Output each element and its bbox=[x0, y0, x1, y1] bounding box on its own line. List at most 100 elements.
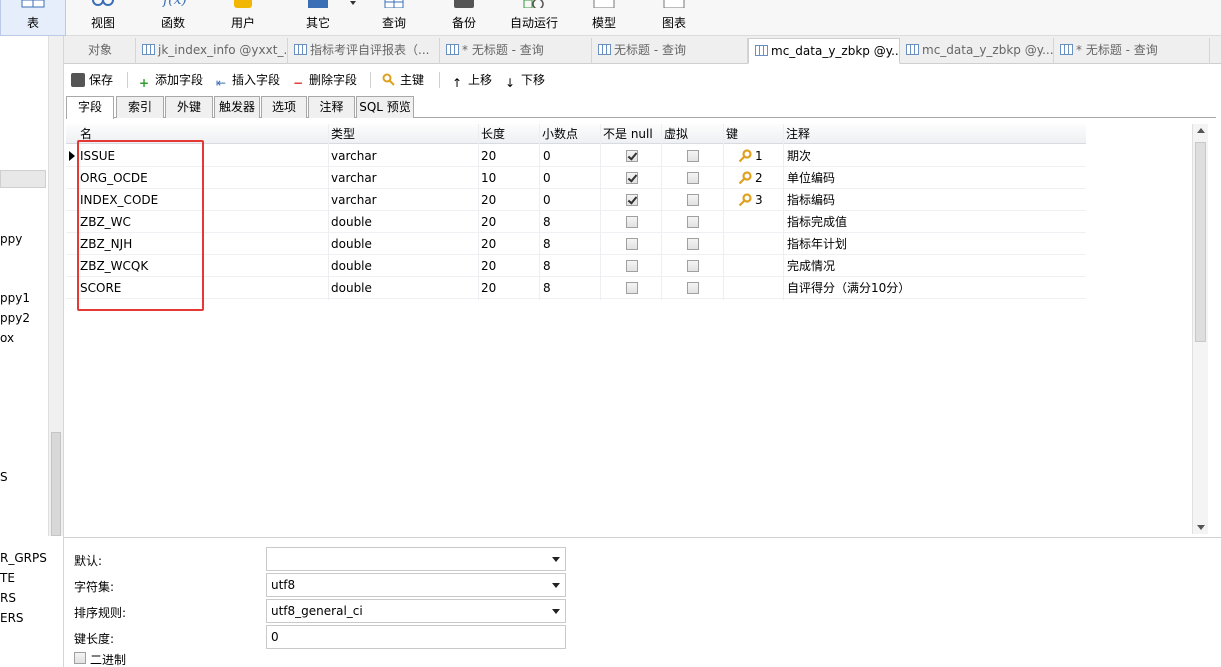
field-type-cell[interactable]: double bbox=[331, 233, 372, 255]
toolbar-table-button[interactable]: 表 bbox=[0, 0, 66, 36]
virtual-checkbox[interactable] bbox=[687, 282, 699, 294]
not-null-checkbox[interactable] bbox=[626, 172, 638, 184]
field-type-cell[interactable]: varchar bbox=[331, 167, 377, 189]
virtual-checkbox[interactable] bbox=[687, 194, 699, 206]
sidebar-item[interactable]: R_GRPS bbox=[0, 551, 47, 565]
insert-field-button[interactable]: ⇤ 插入字段 bbox=[214, 70, 280, 90]
field-comment-cell[interactable]: 指标完成值 bbox=[787, 211, 847, 233]
key-length-input[interactable]: 0 bbox=[266, 625, 566, 649]
toolbar-view-button[interactable]: 视图 bbox=[68, 0, 138, 36]
column-header-comment[interactable]: 注释 bbox=[786, 124, 810, 144]
field-length-cell[interactable]: 10 bbox=[481, 167, 496, 189]
tab-jk-index-info[interactable]: jk_index_info @yxxt_... bbox=[136, 38, 288, 64]
virtual-checkbox[interactable] bbox=[687, 150, 699, 162]
delete-field-button[interactable]: − 删除字段 bbox=[291, 70, 357, 90]
chevron-down-icon[interactable] bbox=[350, 1, 356, 5]
column-header-virtual[interactable]: 虚拟 bbox=[664, 124, 688, 144]
table-row[interactable]: ZBZ_NJH double 20 8 指标年计划 bbox=[66, 233, 1086, 255]
field-comment-cell[interactable]: 指标编码 bbox=[787, 189, 835, 211]
toolbar-automation-button[interactable]: 自动运行 bbox=[499, 0, 569, 36]
table-row[interactable]: INDEX_CODE varchar 20 0 3 指标编码 bbox=[66, 189, 1086, 211]
column-header-key[interactable]: 键 bbox=[726, 124, 738, 144]
field-type-cell[interactable]: varchar bbox=[331, 189, 377, 211]
sidebar-item[interactable]: ERS bbox=[0, 611, 24, 625]
tab-mc-data[interactable]: mc_data_y_zbkp @y... bbox=[900, 38, 1054, 64]
toolbar-chart-button[interactable]: 图表 bbox=[639, 0, 709, 36]
field-length-cell[interactable]: 20 bbox=[481, 233, 496, 255]
field-comment-cell[interactable]: 指标年计划 bbox=[787, 233, 847, 255]
tab-untitled-query-1[interactable]: * 无标题 - 查询 bbox=[440, 38, 592, 64]
tab-comments[interactable]: 注释 bbox=[308, 96, 355, 118]
toolbar-other-button[interactable]: 其它 bbox=[283, 0, 356, 36]
sidebar-item[interactable]: ppy2 bbox=[0, 311, 30, 325]
sidebar-item[interactable]: ppy1 bbox=[0, 291, 30, 305]
move-down-button[interactable]: ↓ 下移 bbox=[503, 70, 545, 90]
toolbar-backup-button[interactable]: 备份 bbox=[429, 0, 499, 36]
move-up-button[interactable]: ↑ 上移 bbox=[450, 70, 492, 90]
sidebar-item[interactable]: RS bbox=[0, 591, 16, 605]
tab-mc-data-design[interactable]: mc_data_y_zbkp @y... bbox=[748, 38, 900, 64]
sidebar-item[interactable]: S bbox=[0, 470, 8, 484]
table-row[interactable]: SCORE double 20 8 自评得分（满分10分） bbox=[66, 277, 1086, 299]
field-decimals-cell[interactable]: 8 bbox=[543, 277, 551, 299]
grid-scrollbar-thumb[interactable] bbox=[1195, 142, 1206, 342]
toolbar-user-button[interactable]: 用户 bbox=[208, 0, 278, 36]
tab-options[interactable]: 选项 bbox=[261, 96, 307, 118]
table-row[interactable]: ZBZ_WCQK double 20 8 完成情况 bbox=[66, 255, 1086, 277]
primary-key-button[interactable]: 主键 bbox=[382, 70, 424, 90]
charset-select[interactable]: utf8 bbox=[266, 573, 566, 597]
tab-untitled-query-2[interactable]: 无标题 - 查询 bbox=[592, 38, 748, 64]
field-decimals-cell[interactable]: 0 bbox=[543, 189, 551, 211]
chevron-down-icon[interactable] bbox=[552, 557, 560, 562]
field-length-cell[interactable]: 20 bbox=[481, 189, 496, 211]
tab-sql-preview[interactable]: SQL 预览 bbox=[356, 96, 414, 118]
field-decimals-cell[interactable]: 8 bbox=[543, 211, 551, 233]
sidebar-item[interactable]: ox bbox=[0, 331, 14, 345]
not-null-checkbox[interactable] bbox=[626, 238, 638, 250]
field-comment-cell[interactable]: 期次 bbox=[787, 145, 811, 167]
field-type-cell[interactable]: double bbox=[331, 277, 372, 299]
toolbar-function-button[interactable]: f(x) 函数 bbox=[138, 0, 208, 36]
field-decimals-cell[interactable]: 0 bbox=[543, 167, 551, 189]
not-null-checkbox[interactable] bbox=[626, 150, 638, 162]
sidebar-item[interactable]: TE bbox=[0, 571, 15, 585]
column-header-length[interactable]: 长度 bbox=[481, 124, 505, 144]
grid-scrollbar[interactable] bbox=[1192, 124, 1208, 534]
tab-report-query[interactable]: 指标考评自评报表（... bbox=[288, 38, 440, 64]
field-comment-cell[interactable]: 单位编码 bbox=[787, 167, 835, 189]
not-null-checkbox[interactable] bbox=[626, 260, 638, 272]
field-type-cell[interactable]: double bbox=[331, 211, 372, 233]
save-button[interactable]: 保存 bbox=[71, 70, 113, 90]
tab-triggers[interactable]: 触发器 bbox=[214, 96, 260, 118]
tab-foreign-keys[interactable]: 外键 bbox=[165, 96, 213, 118]
scroll-up-icon[interactable] bbox=[1197, 128, 1205, 133]
binary-checkbox[interactable] bbox=[74, 652, 86, 664]
collation-select[interactable]: utf8_general_ci bbox=[266, 599, 566, 623]
field-length-cell[interactable]: 20 bbox=[481, 277, 496, 299]
tab-indexes[interactable]: 索引 bbox=[116, 96, 164, 118]
virtual-checkbox[interactable] bbox=[687, 216, 699, 228]
toolbar-model-button[interactable]: 模型 bbox=[569, 0, 639, 36]
sidebar-scrollbar[interactable] bbox=[48, 36, 63, 536]
tab-untitled-query-3[interactable]: * 无标题 - 查询 bbox=[1054, 38, 1210, 64]
table-row[interactable]: ISSUE varchar 20 0 1 期次 bbox=[66, 145, 1086, 167]
table-row[interactable]: ZBZ_WC double 20 8 指标完成值 bbox=[66, 211, 1086, 233]
default-select[interactable] bbox=[266, 547, 566, 571]
virtual-checkbox[interactable] bbox=[687, 260, 699, 272]
field-length-cell[interactable]: 20 bbox=[481, 145, 496, 167]
column-header-not-null[interactable]: 不是 null bbox=[603, 124, 653, 144]
sidebar-scrollbar-thumb[interactable] bbox=[51, 432, 61, 536]
tab-fields[interactable]: 字段 bbox=[66, 96, 114, 119]
sidebar-item[interactable]: ppy bbox=[0, 232, 22, 246]
field-type-cell[interactable]: double bbox=[331, 255, 372, 277]
tab-objects[interactable]: 对象 bbox=[64, 38, 136, 64]
field-type-cell[interactable]: varchar bbox=[331, 145, 377, 167]
not-null-checkbox[interactable] bbox=[626, 216, 638, 228]
not-null-checkbox[interactable] bbox=[626, 282, 638, 294]
toolbar-query-button[interactable]: 查询 bbox=[359, 0, 429, 36]
table-row[interactable]: ORG_OCDE varchar 10 0 2 单位编码 bbox=[66, 167, 1086, 189]
field-comment-cell[interactable]: 完成情况 bbox=[787, 255, 835, 277]
virtual-checkbox[interactable] bbox=[687, 172, 699, 184]
chevron-down-icon[interactable] bbox=[552, 609, 560, 614]
add-field-button[interactable]: + 添加字段 bbox=[137, 70, 203, 90]
